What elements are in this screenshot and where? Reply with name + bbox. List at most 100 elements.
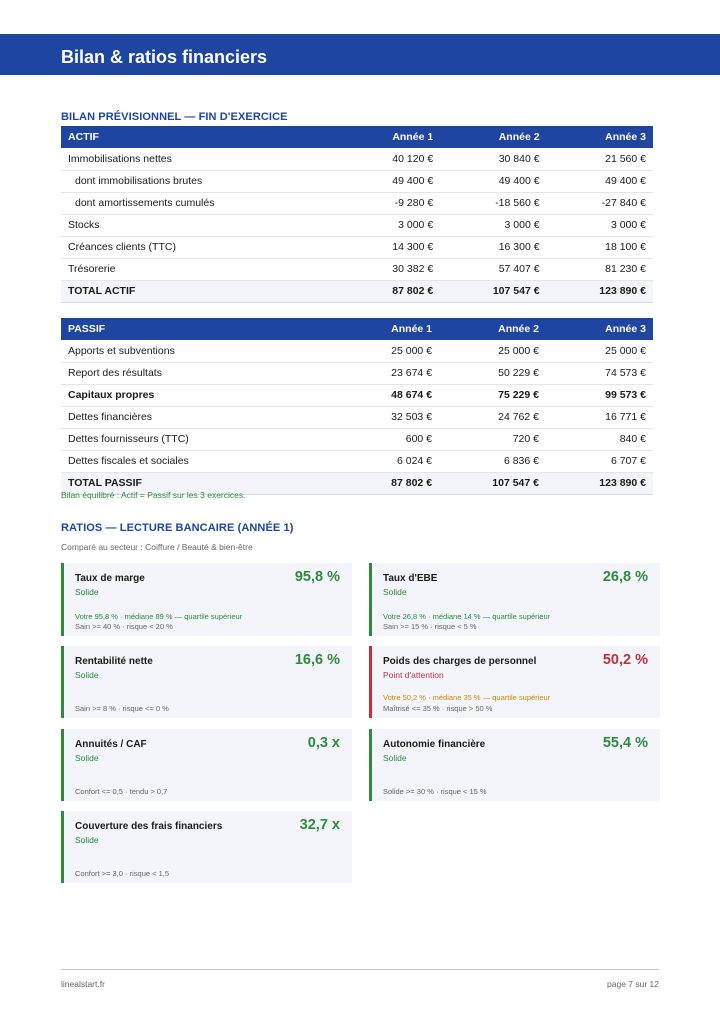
actif-header-row: ACTIF Année 1 Année 2 Année 3 — [61, 126, 653, 148]
ratio-name: Taux d'EBE — [383, 573, 438, 584]
cell-year1: 49 400 € — [325, 170, 441, 193]
cell-year2: 30 840 € — [440, 148, 547, 171]
ratio-card-taux-ebe: Taux d'EBE 26,8 % Solide Votre 26,8 % · … — [369, 563, 660, 636]
row-label: Créances clients (TTC) — [61, 236, 326, 259]
ratio-thresholds: Solide >= 30 % · risque < 15 % — [383, 787, 487, 796]
row-label: Stocks — [61, 214, 326, 237]
ratio-thresholds: Maîtrisé <= 35 % · risque > 50 % — [383, 704, 493, 713]
cell-year2: 50 229 € — [439, 362, 546, 385]
actif-header-year2: Année 2 — [440, 126, 547, 148]
footer-divider — [61, 969, 659, 970]
ratio-thresholds: Confort >= 3,0 · risque < 1,5 — [75, 869, 170, 878]
ratio-value: 0,3 x — [307, 735, 340, 751]
table-row: Trésorerie 30 382 € 57 407 € 81 230 € — [61, 258, 653, 281]
cell-year3: 18 100 € — [546, 236, 653, 259]
cell-year3: 99 573 € — [546, 384, 653, 407]
cell-year2: 16 300 € — [440, 236, 547, 259]
ratio-benchmark: Votre 26,8 % · médiane 14 % — quartile s… — [383, 612, 551, 621]
row-label: Dettes fiscales et sociales — [61, 450, 324, 473]
ratio-value: 55,4 % — [602, 735, 648, 751]
cell-year1: 14 300 € — [325, 236, 441, 259]
ratio-card-rentabilite-nette: Rentabilité nette 16,6 % Solide Sain >= … — [61, 646, 352, 718]
cell-year3: 16 771 € — [546, 406, 653, 429]
cell-year1: 32 503 € — [323, 406, 440, 429]
cell-year2: -18 560 € — [440, 192, 547, 215]
table-row: Créances clients (TTC) 14 300 € 16 300 €… — [61, 236, 653, 259]
ratio-name: Taux de marge — [75, 573, 145, 584]
cell-year3: 49 400 € — [546, 170, 653, 193]
cell-year1: 3 000 € — [325, 214, 441, 237]
table-row: Immobilisations nettes 40 120 € 30 840 €… — [61, 148, 653, 171]
cell-year1: 30 382 € — [325, 258, 441, 281]
balance-note: Bilan équilibré : Actif = Passif sur les… — [61, 490, 246, 500]
cell-year2: 24 762 € — [439, 406, 546, 429]
ratio-status: Solide — [75, 587, 99, 597]
cell-year2: 3 000 € — [440, 214, 547, 237]
row-label: Apports et subventions — [61, 340, 324, 363]
cell-year2: 25 000 € — [439, 340, 546, 363]
actif-header-year1: Année 1 — [325, 126, 441, 148]
ratio-status: Point d'attention — [383, 670, 444, 680]
ratio-card-annuites-caf: Annuités / CAF 0,3 x Solide Confort <= 0… — [61, 729, 352, 801]
cell-year3: 123 890 € — [546, 472, 653, 495]
cell-year2: 107 547 € — [440, 280, 547, 303]
cell-year2: 75 229 € — [439, 384, 546, 407]
table-row: dont amortissements cumulés -9 280 € -18… — [61, 192, 653, 215]
ratio-value: 32,7 x — [299, 817, 340, 833]
table-row: Dettes fournisseurs (TTC) 600 € 720 € 84… — [61, 428, 653, 451]
ratio-thresholds: Sain >= 8 % · risque <= 0 % — [75, 704, 169, 713]
row-label: dont immobilisations brutes — [61, 170, 326, 193]
ratio-name: Couverture des frais financiers — [75, 821, 223, 832]
cell-year3: 81 230 € — [546, 258, 653, 281]
page-header: Bilan & ratios financiers — [0, 34, 720, 75]
actif-header-label: ACTIF — [61, 126, 326, 148]
ratio-thresholds: Confort <= 0,5 · tendu > 0,7 — [75, 787, 168, 796]
passif-table: PASSIF Année 1 Année 2 Année 3 Apports e… — [61, 318, 653, 495]
ratio-status: Solide — [383, 753, 407, 763]
row-label: Capitaux propres — [61, 384, 324, 407]
ratio-benchmark: Votre 50,2 % · médiane 35 % — quartile s… — [383, 693, 551, 702]
cell-year2: 49 400 € — [440, 170, 547, 193]
passif-header-row: PASSIF Année 1 Année 2 Année 3 — [61, 318, 653, 340]
ratio-card-charges-personnel: Poids des charges de personnel 50,2 % Po… — [369, 646, 660, 718]
passif-header-year1: Année 1 — [323, 318, 440, 340]
cell-year3: 840 € — [546, 428, 653, 451]
ratio-thresholds: Sain >= 40 % · risque < 20 % — [75, 622, 173, 631]
cell-year1: 23 674 € — [323, 362, 440, 385]
cell-year1: 6 024 € — [323, 450, 440, 473]
cell-year1: 600 € — [323, 428, 440, 451]
ratio-name: Poids des charges de personnel — [383, 656, 537, 667]
ratio-benchmark: Votre 95,8 % · médiane 89 % — quartile s… — [75, 612, 243, 621]
ratio-status: Solide — [75, 835, 99, 845]
row-label: TOTAL ACTIF — [61, 280, 326, 303]
table-row: Report des résultats 23 674 € 50 229 € 7… — [61, 362, 653, 385]
cell-year3: 123 890 € — [546, 280, 653, 303]
cell-year3: 25 000 € — [546, 340, 653, 363]
ratio-card-autonomie-financiere: Autonomie financière 55,4 % Solide Solid… — [369, 729, 660, 801]
cell-year1: 40 120 € — [325, 148, 441, 171]
bilan-section-title: BILAN PRÉVISIONNEL — FIN D'EXERCICE — [61, 111, 288, 123]
row-label: Trésorerie — [61, 258, 326, 281]
ratio-value: 26,8 % — [602, 569, 648, 585]
footer-site: linealstart.fr — [61, 979, 105, 989]
cell-year1: 87 802 € — [325, 280, 441, 303]
cell-year1: 25 000 € — [323, 340, 440, 363]
row-label: Dettes fournisseurs (TTC) — [61, 428, 324, 451]
ratio-card-couverture-frais-financiers: Couverture des frais financiers 32,7 x S… — [61, 811, 352, 883]
cell-year3: 3 000 € — [546, 214, 653, 237]
passif-header-year2: Année 2 — [439, 318, 546, 340]
ratio-value: 16,6 % — [294, 652, 340, 668]
ratios-subtitle: Comparé au secteur : Coiffure / Beauté &… — [61, 542, 253, 552]
cell-year2: 107 547 € — [439, 472, 546, 495]
table-row: Capitaux propres 48 674 € 75 229 € 99 57… — [61, 384, 653, 407]
actif-header-year3: Année 3 — [546, 126, 653, 148]
total-actif-row: TOTAL ACTIF 87 802 € 107 547 € 123 890 € — [61, 280, 653, 303]
cell-year3: -27 840 € — [546, 192, 653, 215]
row-label: dont amortissements cumulés — [61, 192, 326, 215]
ratio-status: Solide — [75, 753, 99, 763]
table-row: Dettes financières 32 503 € 24 762 € 16 … — [61, 406, 653, 429]
row-label: Immobilisations nettes — [61, 148, 326, 171]
cell-year1: 48 674 € — [323, 384, 440, 407]
page-title: Bilan & ratios financiers — [61, 47, 268, 67]
footer-page-number: page 7 sur 12 — [607, 979, 659, 989]
